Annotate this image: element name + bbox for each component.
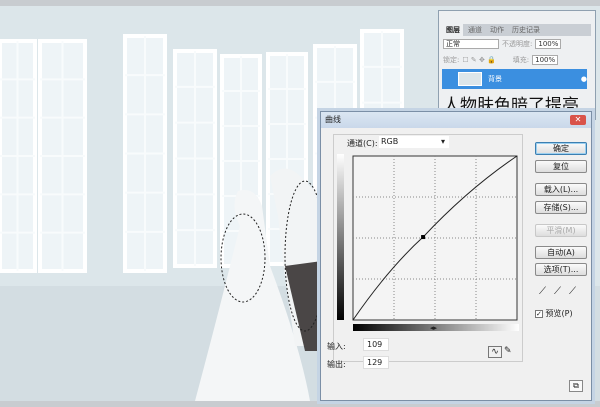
curve-graph[interactable] bbox=[337, 154, 521, 344]
checkbox-icon: ✓ bbox=[535, 310, 543, 318]
curve-tool-icon[interactable]: ∿ bbox=[488, 346, 502, 358]
options-button[interactable]: 选项(T)... bbox=[535, 263, 587, 276]
chevron-down-icon: ▾ bbox=[440, 137, 445, 146]
channel-select[interactable]: RGB ▾ bbox=[379, 136, 449, 148]
eyedropper-icons[interactable]: ⟋⟋⟋ bbox=[539, 286, 584, 297]
channel-value: RGB bbox=[381, 137, 399, 146]
auto-button[interactable]: 自动(A) bbox=[535, 246, 587, 259]
panel-tab[interactable]: 图层 bbox=[443, 24, 463, 36]
smooth-button[interactable]: 平滑(M) bbox=[535, 224, 587, 237]
opacity-field[interactable]: 100% bbox=[535, 39, 562, 49]
layer-name: 背景 bbox=[488, 75, 502, 83]
lock-label: 锁定: bbox=[443, 56, 460, 64]
close-button[interactable]: ✕ bbox=[570, 115, 586, 125]
fill-label: 填充: bbox=[512, 56, 530, 64]
lock-icon: ● bbox=[580, 75, 587, 83]
opacity-label: 不透明度: bbox=[502, 40, 533, 48]
output-field[interactable]: 129 bbox=[363, 356, 389, 369]
panel-tab[interactable]: 历史记录 bbox=[509, 24, 543, 36]
save-button[interactable]: 存储(S)... bbox=[535, 201, 587, 214]
layers-panel: 图层 通道 动作 历史记录 正常 不透明度: 100% 锁定: ☐ ✎ ✥ 🔒 填充: 100%… bbox=[438, 10, 596, 120]
curve-point[interactable] bbox=[421, 235, 426, 240]
preview-checkbox[interactable]: ✓ 预览(P) bbox=[535, 308, 573, 319]
channel-label: 通道(C): bbox=[347, 139, 378, 148]
layer-row-background[interactable]: 背景 ● bbox=[442, 69, 587, 89]
curves-dialog: 曲线 ✕ 通道(C): RGB ▾ ◂▸ 输入: 109 输出: 129 ∿ ✎ … bbox=[320, 111, 592, 401]
pencil-icon[interactable]: ✎ bbox=[504, 346, 512, 356]
expand-view-icon[interactable]: ⧉ bbox=[569, 380, 583, 392]
ok-button[interactable]: 确定 bbox=[535, 142, 587, 155]
input-label: 输入: bbox=[327, 342, 346, 351]
lock-icons[interactable]: ☐ ✎ ✥ 🔒 bbox=[462, 56, 495, 64]
reset-button[interactable]: 复位 bbox=[535, 160, 587, 173]
output-label: 输出: bbox=[327, 360, 346, 369]
preview-label: 预览(P) bbox=[545, 309, 573, 318]
panel-tab[interactable]: 动作 bbox=[487, 24, 507, 36]
input-field[interactable]: 109 bbox=[363, 338, 389, 351]
panel-tabs: 图层 通道 动作 历史记录 bbox=[443, 24, 591, 36]
fill-field[interactable]: 100% bbox=[532, 55, 559, 65]
panel-tab[interactable]: 通道 bbox=[465, 24, 485, 36]
layer-thumbnail bbox=[458, 72, 482, 86]
blend-mode-select[interactable]: 正常 bbox=[443, 39, 499, 49]
dialog-title: 曲线 bbox=[321, 112, 591, 128]
toggle-gradient-icon[interactable]: ◂▸ bbox=[430, 324, 437, 332]
load-button[interactable]: 载入(L)... bbox=[535, 183, 587, 196]
